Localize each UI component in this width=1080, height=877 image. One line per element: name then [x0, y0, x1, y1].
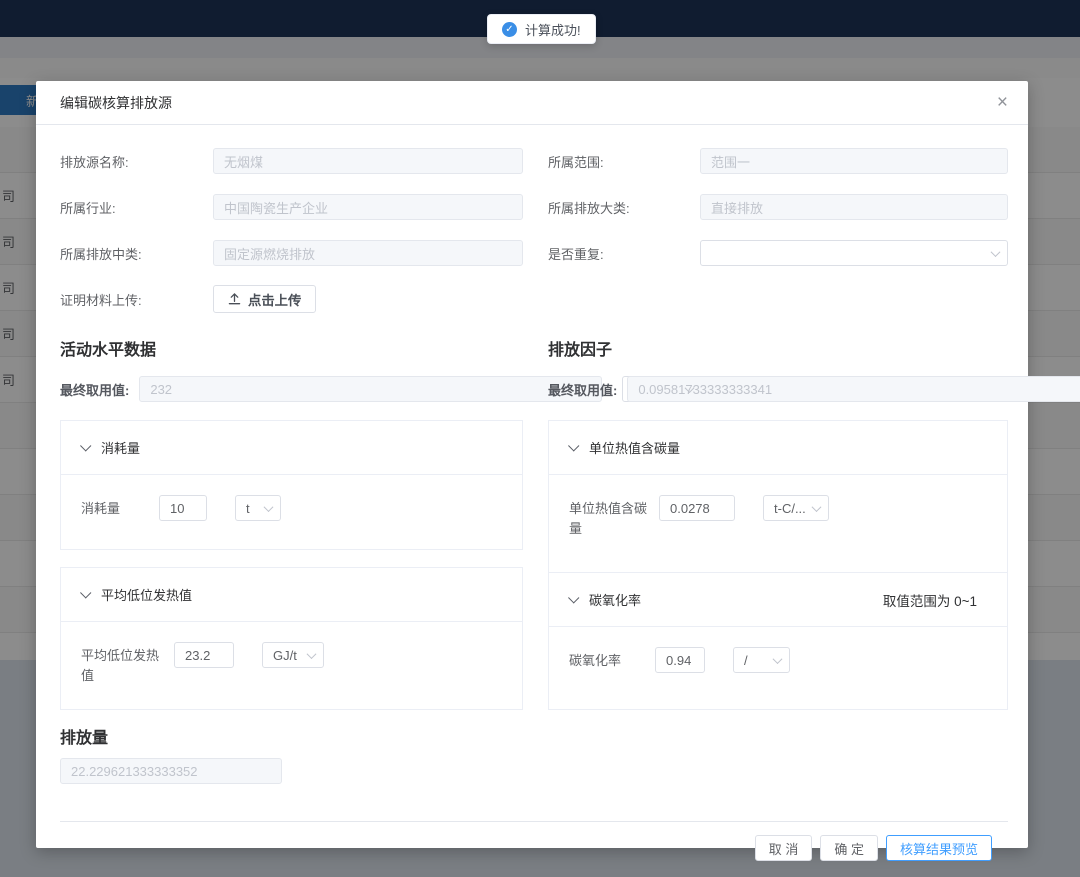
carbon-content-panel-body: 单位热值含碳量 t-C/...	[549, 475, 1007, 558]
collapse-chevron-icon	[80, 587, 91, 598]
duplicate-row: 是否重复:	[548, 240, 1008, 266]
collapse-chevron-icon	[568, 592, 579, 603]
carbon-content-field-label: 单位热值含碳量	[569, 495, 647, 538]
carbon-content-panel: 单位热值含碳量 单位热值含碳量 t-C/...	[548, 420, 1008, 573]
chevron-down-icon	[264, 502, 274, 512]
scope-row: 所属范围:	[548, 148, 1008, 174]
duplicate-select[interactable]	[700, 240, 1008, 266]
dialog-body: 排放源名称: 所属行业: 所属排放中类: 证明材料上传:	[36, 125, 1028, 861]
activity-final-row: 最终取用值: GJ	[60, 376, 523, 402]
heating-value-panel-title: 平均低位发热值	[101, 585, 192, 604]
source-name-row: 排放源名称:	[60, 148, 523, 174]
chevron-down-icon	[812, 502, 822, 512]
data-sections: 活动水平数据 最终取用值: GJ 消耗量 消耗量	[60, 332, 1008, 710]
medium-category-label: 所属排放中类:	[60, 244, 213, 263]
close-icon[interactable]: ×	[997, 93, 1008, 112]
heating-value-panel-body: 平均低位发热值 GJ/t	[61, 622, 522, 705]
scope-input	[700, 148, 1008, 174]
collapse-chevron-icon	[80, 440, 91, 451]
duplicate-label: 是否重复:	[548, 244, 700, 263]
edit-emission-source-dialog: 编辑碳核算排放源 × 排放源名称: 所属行业: 所属排放中类: 证明材	[36, 81, 1028, 848]
upload-row: 证明材料上传: 点击上传	[60, 286, 523, 312]
success-toast: ✓ 计算成功!	[487, 14, 596, 44]
oxidation-rate-panel-header[interactable]: 碳氧化率 取值范围为 0~1	[549, 573, 1007, 627]
cancel-button[interactable]: 取 消	[755, 835, 813, 861]
upload-button-label: 点击上传	[248, 290, 301, 309]
chevron-down-icon	[991, 247, 1001, 257]
consumption-field-label: 消耗量	[81, 495, 159, 519]
emission-title: 排放量	[60, 724, 1008, 748]
consumption-panel-header[interactable]: 消耗量	[61, 421, 522, 475]
oxidation-rate-range-note: 取值范围为 0~1	[883, 590, 987, 610]
consumption-unit-select[interactable]: t	[235, 495, 281, 521]
form-left-column: 排放源名称: 所属行业: 所属排放中类: 证明材料上传:	[60, 148, 523, 332]
consumption-panel: 消耗量 消耗量 t	[60, 420, 523, 550]
consumption-unit-value: t	[246, 501, 250, 516]
factor-final-row: 最终取用值: tCO₂/GJ	[548, 376, 1008, 402]
heating-value-unit-select[interactable]: GJ/t	[262, 642, 324, 668]
source-name-label: 排放源名称:	[60, 152, 213, 171]
heating-value-unit-value: GJ/t	[273, 648, 297, 663]
toast-message: 计算成功!	[525, 20, 581, 39]
factor-final-label: 最终取用值:	[548, 380, 617, 399]
medium-category-input	[213, 240, 523, 266]
consumption-input[interactable]	[159, 495, 207, 521]
factor-final-input	[627, 376, 1080, 402]
source-name-input	[213, 148, 523, 174]
industry-row: 所属行业:	[60, 194, 523, 220]
medium-category-row: 所属排放中类:	[60, 240, 523, 266]
heating-value-field-label: 平均低位发热值	[81, 642, 159, 685]
industry-label: 所属行业:	[60, 198, 213, 217]
consumption-panel-title: 消耗量	[101, 438, 140, 457]
check-circle-icon: ✓	[502, 22, 517, 37]
carbon-content-unit-value: t-C/...	[774, 501, 806, 516]
major-category-label: 所属排放大类:	[548, 198, 700, 217]
oxidation-rate-field-label: 碳氧化率	[569, 647, 647, 671]
activity-final-input	[139, 376, 602, 402]
chevron-down-icon	[773, 654, 783, 664]
industry-input	[213, 194, 523, 220]
collapse-chevron-icon	[568, 440, 579, 451]
upload-label: 证明材料上传:	[60, 290, 213, 309]
scope-label: 所属范围:	[548, 152, 700, 171]
dialog-title: 编辑碳核算排放源	[60, 93, 172, 113]
emission-amount-input	[60, 758, 282, 784]
oxidation-rate-panel-title: 碳氧化率	[589, 590, 641, 609]
oxidation-rate-panel: 碳氧化率 取值范围为 0~1 碳氧化率 /	[548, 573, 1008, 710]
heating-value-input[interactable]	[174, 642, 234, 668]
major-category-row: 所属排放大类:	[548, 194, 1008, 220]
oxidation-rate-panel-body: 碳氧化率 /	[549, 627, 1007, 693]
activity-section-title: 活动水平数据	[60, 336, 523, 360]
heating-value-panel: 平均低位发热值 平均低位发热值 GJ/t	[60, 567, 523, 710]
result-preview-button[interactable]: 核算结果预览	[886, 835, 992, 861]
dialog-footer: 取 消 确 定 核算结果预览	[60, 821, 1008, 861]
carbon-content-unit-select[interactable]: t-C/...	[763, 495, 829, 521]
heating-value-panel-header[interactable]: 平均低位发热值	[61, 568, 522, 622]
factor-section: 排放因子 最终取用值: tCO₂/GJ 单位热值含碳量 单位热值含碳	[548, 332, 1008, 710]
activity-final-label: 最终取用值:	[60, 380, 129, 399]
carbon-content-panel-title: 单位热值含碳量	[589, 438, 680, 457]
carbon-content-input[interactable]	[659, 495, 735, 521]
consumption-panel-body: 消耗量 t	[61, 475, 522, 541]
confirm-button[interactable]: 确 定	[820, 835, 878, 861]
form-right-column: 所属范围: 所属排放大类: 是否重复:	[548, 148, 1008, 332]
oxidation-rate-unit-select[interactable]: /	[733, 647, 790, 673]
basic-info-form: 排放源名称: 所属行业: 所属排放中类: 证明材料上传:	[60, 148, 1008, 332]
upload-icon	[228, 293, 241, 306]
oxidation-rate-unit-value: /	[744, 653, 748, 668]
activity-section: 活动水平数据 最终取用值: GJ 消耗量 消耗量	[60, 332, 523, 710]
upload-button[interactable]: 点击上传	[213, 285, 316, 313]
chevron-down-icon	[307, 649, 317, 659]
carbon-content-panel-header[interactable]: 单位热值含碳量	[549, 421, 1007, 475]
oxidation-rate-input[interactable]	[655, 647, 705, 673]
factor-section-title: 排放因子	[548, 336, 1008, 360]
dialog-header: 编辑碳核算排放源 ×	[36, 81, 1028, 125]
major-category-input	[700, 194, 1008, 220]
